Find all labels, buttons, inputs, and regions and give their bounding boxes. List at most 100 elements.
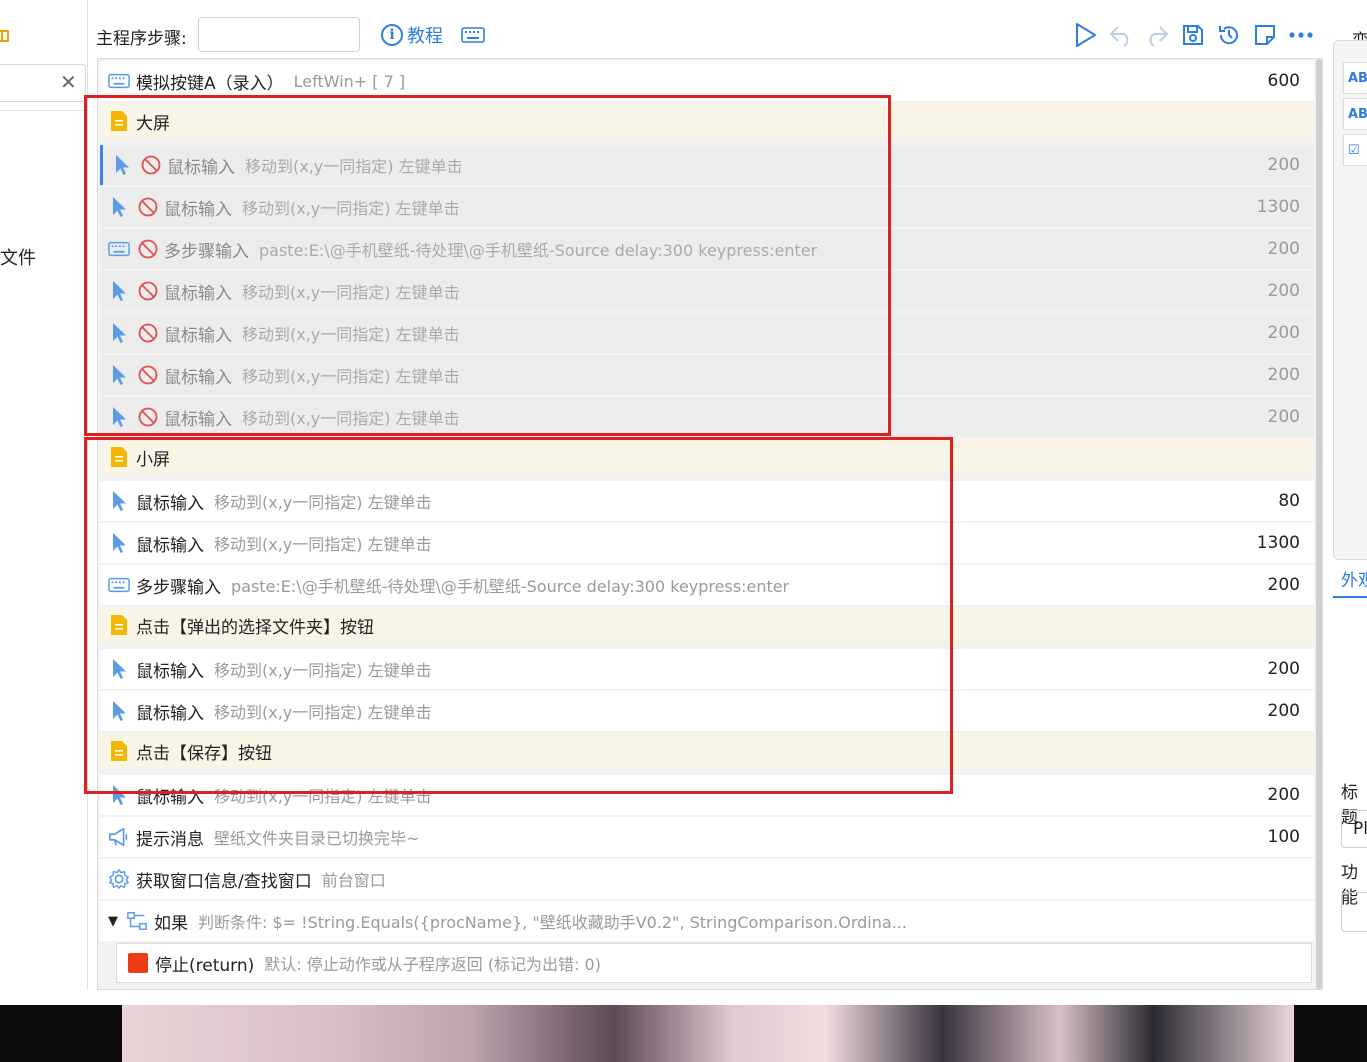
stop-icon — [127, 952, 149, 974]
step-delay: 200 — [1267, 785, 1300, 805]
close-icon[interactable]: ✕ — [60, 72, 77, 92]
mouse-pointer-icon — [108, 406, 130, 428]
step-input[interactable] — [198, 17, 360, 52]
keyboard-icon — [108, 574, 130, 596]
keyboard-icon — [108, 238, 130, 260]
left-file-label[interactable]: 定文件 — [0, 244, 36, 270]
step-description: 壁纸文件夹目录已切换完毕~ — [214, 829, 420, 848]
left-panel: ✕ 定文件 — [0, 0, 88, 990]
disabled-icon[interactable] — [141, 155, 161, 175]
mouse-pointer-icon — [108, 532, 130, 554]
list-scrollbar[interactable] — [1316, 59, 1322, 989]
title-input[interactable]: Pl — [1341, 810, 1367, 848]
variable-item[interactable]: ☑ — [1343, 134, 1367, 166]
step-row[interactable]: 多步骤输入 paste:E:\@手机壁纸-待处理\@手机壁纸-Source del… — [100, 565, 1314, 605]
step-row[interactable]: 模拟按键A（录入） LeftWin+ [ 7 ] 600 — [100, 61, 1314, 101]
package-icon[interactable] — [0, 28, 10, 44]
step-name: 鼠标输入 — [136, 535, 204, 556]
step-row[interactable]: 提示消息 壁纸文件夹目录已切换完毕~ 100 — [100, 817, 1314, 857]
step-row[interactable]: 鼠标输入 移动到(x,y一同指定) 左键单击 200 — [100, 355, 1314, 395]
step-row[interactable]: 鼠标输入 移动到(x,y一同指定) 左键单击 1300 — [100, 523, 1314, 563]
tab-underline — [1333, 596, 1367, 598]
history-icon — [1219, 26, 1238, 45]
redo-button[interactable] — [1144, 21, 1170, 49]
more-icon — [1289, 32, 1313, 38]
step-row[interactable]: 鼠标输入 移动到(x,y一同指定) 左键单击 200 — [100, 313, 1314, 353]
divider — [0, 110, 88, 111]
step-name: 如果 — [154, 913, 188, 934]
disabled-icon[interactable] — [138, 407, 158, 427]
tab-appearance[interactable]: 外观 — [1341, 566, 1367, 591]
history-button[interactable] — [1216, 21, 1242, 49]
disabled-icon[interactable] — [138, 365, 158, 385]
play-icon — [1076, 23, 1096, 47]
step-row[interactable]: 获取窗口信息/查找窗口 前台窗口 — [100, 859, 1314, 899]
note-icon — [1255, 25, 1275, 45]
note-button[interactable] — [1252, 21, 1278, 49]
step-row[interactable]: 鼠标输入 移动到(x,y一同指定) 左键单击 80 — [100, 481, 1314, 521]
more-button[interactable] — [1288, 21, 1314, 49]
undo-button[interactable] — [1108, 21, 1134, 49]
step-name: 点击【弹出的选择文件夹】按钮 — [136, 617, 374, 638]
step-name: 鼠标输入 — [136, 703, 204, 724]
step-delay: 600 — [1267, 71, 1300, 91]
step-row[interactable]: 多步骤输入 paste:E:\@手机壁纸-待处理\@手机壁纸-Source del… — [100, 229, 1314, 269]
step-name: 提示消息 — [136, 829, 204, 850]
variable-item[interactable]: ABC — [1343, 98, 1367, 130]
step-name: 鼠标输入 — [136, 661, 204, 682]
step-name: 多步骤输入 — [164, 241, 249, 262]
disabled-icon[interactable] — [138, 323, 158, 343]
step-description: 移动到(x,y一同指定) 左键单击 — [242, 367, 460, 386]
disabled-icon[interactable] — [138, 239, 158, 259]
tutorial-link[interactable]: i 教程 — [381, 22, 443, 48]
step-delay: 1300 — [1256, 533, 1300, 553]
disabled-icon[interactable] — [138, 197, 158, 217]
step-name: 获取窗口信息/查找窗口 — [136, 871, 312, 892]
step-row[interactable]: 鼠标输入 移动到(x,y一同指定) 左键单击 200 — [100, 649, 1314, 689]
step-delay: 200 — [1267, 281, 1300, 301]
keyboard-icon[interactable] — [461, 27, 485, 43]
tutorial-label: 教程 — [407, 26, 443, 47]
step-list[interactable]: 模拟按键A（录入） LeftWin+ [ 7 ] 600 大屏 鼠标输入 移动到(x,y一… — [97, 58, 1323, 990]
step-delay: 200 — [1267, 155, 1300, 175]
step-group-row[interactable]: 点击【保存】按钮 — [100, 733, 1314, 769]
scrollbar-thumb[interactable] — [1316, 59, 1322, 989]
step-delay: 1300 — [1256, 197, 1300, 217]
mouse-pointer-icon — [108, 658, 130, 680]
step-group-row[interactable]: 小屏 — [100, 439, 1314, 475]
redo-icon — [1149, 26, 1169, 47]
save-icon — [1183, 25, 1203, 45]
step-description: paste:E:\@手机壁纸-待处理\@手机壁纸-Source delay:30… — [259, 241, 818, 260]
megaphone-icon — [108, 826, 130, 848]
folder-note-icon — [108, 614, 130, 636]
step-group-row[interactable]: 大屏 — [100, 103, 1314, 139]
folder-note-icon — [108, 110, 130, 132]
variable-item[interactable]: ABC — [1343, 62, 1367, 94]
desktop-background — [0, 1005, 1367, 1062]
step-description: 移动到(x,y一同指定) 左键单击 — [214, 703, 432, 722]
step-row[interactable]: 鼠标输入 移动到(x,y一同指定) 左键单击 200 — [100, 397, 1314, 437]
step-description: 前台窗口 — [321, 871, 386, 890]
save-button[interactable] — [1180, 21, 1206, 49]
gear-window-icon — [108, 868, 130, 890]
step-group-row[interactable]: 点击【弹出的选择文件夹】按钮 — [100, 607, 1314, 643]
function-input[interactable] — [1341, 892, 1367, 932]
keyboard-icon — [108, 70, 130, 92]
step-description: 移动到(x,y一同指定) 左键单击 — [242, 409, 460, 428]
step-delay: 200 — [1267, 407, 1300, 427]
disabled-icon[interactable] — [138, 281, 158, 301]
mouse-pointer-icon — [108, 322, 130, 344]
step-row[interactable]: ▼ 如果 判断条件: $= !String.Equals({procName}, "… — [100, 901, 1314, 941]
step-description: 移动到(x,y一同指定) 左键单击 — [214, 493, 432, 512]
step-row[interactable]: 鼠标输入 移动到(x,y一同指定) 左键单击 200 — [100, 775, 1314, 815]
step-row[interactable]: 鼠标输入 移动到(x,y一同指定) 左键单击 200 — [100, 145, 1314, 185]
step-name: 鼠标输入 — [167, 157, 235, 178]
run-button[interactable] — [1072, 21, 1098, 49]
step-row[interactable]: 鼠标输入 移动到(x,y一同指定) 左键单击 1300 — [100, 187, 1314, 227]
step-row[interactable]: 鼠标输入 移动到(x,y一同指定) 左键单击 200 — [100, 691, 1314, 731]
step-name: 停止(return) — [155, 955, 255, 976]
expand-toggle-icon[interactable]: ▼ — [108, 914, 118, 929]
step-row[interactable]: 鼠标输入 移动到(x,y一同指定) 左键单击 200 — [100, 271, 1314, 311]
step-row[interactable]: 停止(return) 默认: 停止动作或从子程序返回 (标记为出错: 0) — [116, 943, 1312, 983]
step-delay: 200 — [1267, 323, 1300, 343]
